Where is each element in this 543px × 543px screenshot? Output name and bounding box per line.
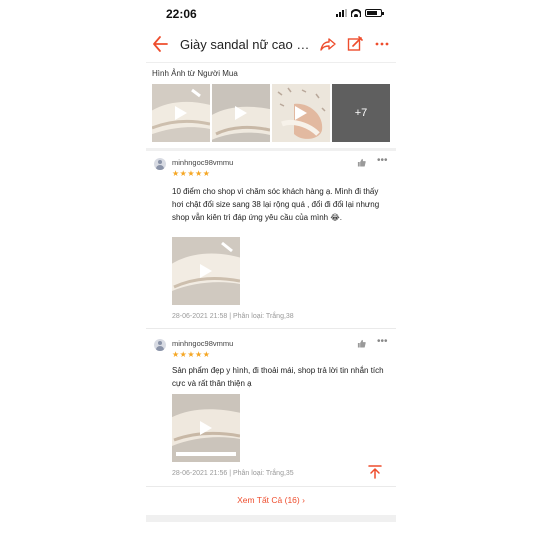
buyer-photo-thumbnail[interactable] [272, 84, 330, 142]
battery-icon [365, 9, 384, 17]
play-icon [235, 106, 247, 120]
play-icon [200, 264, 212, 278]
review-divider [146, 486, 396, 487]
section-separator [146, 148, 396, 151]
buyer-photo-thumbnail[interactable] [212, 84, 270, 142]
avatar [154, 339, 166, 351]
review-meta: 28-06-2021 21:58 | Phân loại: Trắng,38 [172, 313, 294, 320]
buyer-photo-thumbnail-more[interactable]: +7 [332, 84, 390, 142]
more-photos-count: +7 [332, 84, 390, 142]
edit-icon[interactable] [347, 36, 363, 52]
like-icon[interactable] [357, 339, 366, 348]
play-icon [200, 421, 212, 435]
review-more-icon[interactable]: ••• [377, 336, 388, 347]
rating-stars: ★★★★★ [172, 350, 211, 359]
like-icon[interactable] [357, 158, 366, 167]
avatar [154, 158, 166, 170]
review-divider [146, 328, 396, 329]
review-photo[interactable] [172, 237, 240, 305]
scroll-to-top-icon[interactable] [368, 465, 382, 479]
review-username: minhngoc98vmmu [172, 158, 234, 167]
share-icon[interactable] [320, 36, 336, 52]
status-icons [336, 9, 384, 17]
review-meta: 28-06-2021 21:56 | Phân loại: Trắng,35 [172, 470, 294, 477]
signal-icon [336, 9, 347, 17]
buyer-photo-thumbnail[interactable] [152, 84, 210, 142]
play-icon [295, 106, 307, 120]
review-text: 10 điểm cho shop vì chăm sóc khách hàng … [172, 187, 380, 222]
status-bar: 22:06 [146, 0, 396, 28]
section-separator [146, 515, 396, 522]
review-photo[interactable] [172, 394, 240, 462]
phone-screen: 22:06 Giày sandal nữ cao gót... Hình Ảnh… [146, 0, 396, 543]
more-options-icon[interactable] [374, 36, 390, 52]
buyer-photos-label: Hình Ảnh từ Người Mua [152, 69, 238, 78]
rating-stars: ★★★★★ [172, 169, 211, 178]
review-username: minhngoc98vmmu [172, 339, 234, 348]
product-header: Giày sandal nữ cao gót... [146, 28, 396, 63]
buyer-photo-gallery: +7 [152, 84, 390, 142]
status-time: 22:06 [166, 7, 197, 21]
page-title: Giày sandal nữ cao gót... [180, 37, 310, 52]
review-text: Sản phẩm đẹp y hình, đi thoải mái, shop … [172, 366, 384, 388]
play-icon [175, 106, 187, 120]
see-all-reviews-link[interactable]: Xem Tất Cả (16) › [146, 495, 396, 505]
review-more-icon[interactable]: ••• [377, 155, 388, 166]
back-arrow-icon[interactable] [152, 34, 168, 54]
wifi-icon [351, 9, 361, 17]
